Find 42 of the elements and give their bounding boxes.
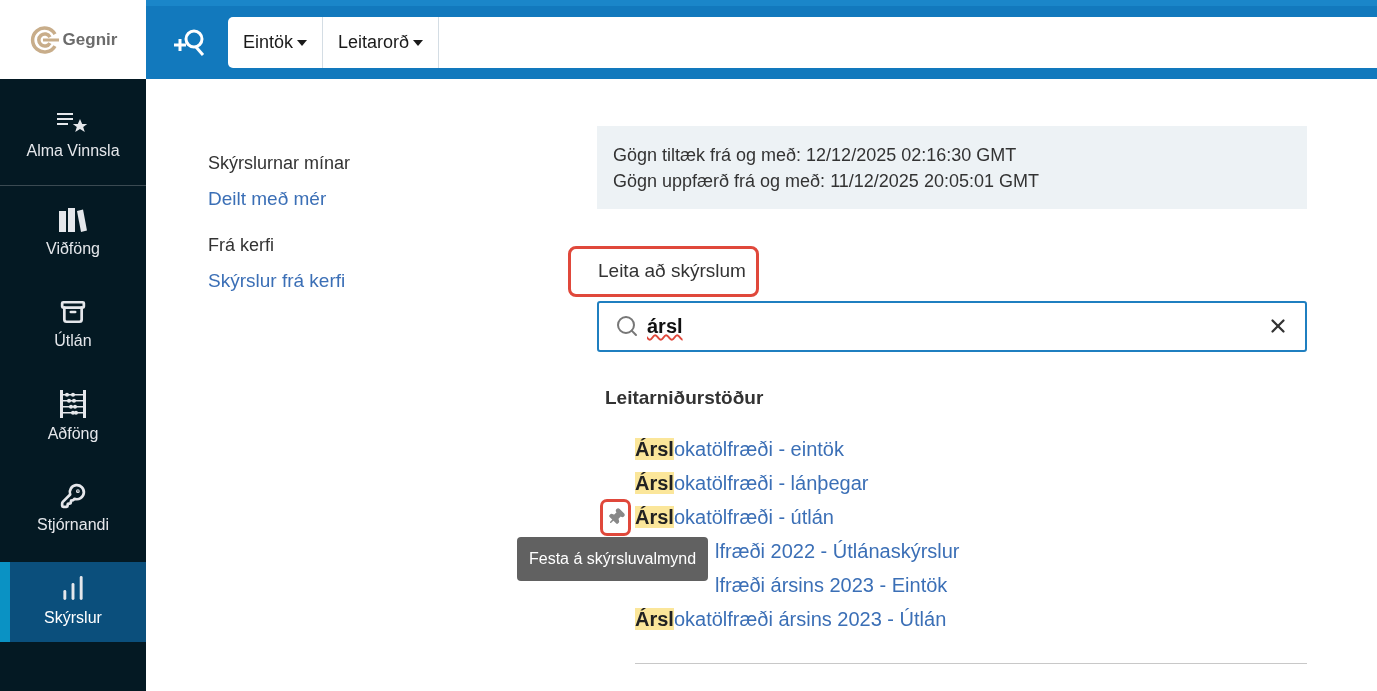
logo[interactable]: Gegnir xyxy=(0,0,146,79)
tooltip: Festa á skýrsluvalmynd xyxy=(517,537,709,581)
search-icon xyxy=(615,314,639,338)
nav-heading: Frá kerfi xyxy=(208,233,275,257)
abacus-icon xyxy=(59,390,87,418)
sidebar-label: Aðföng xyxy=(47,424,99,444)
books-icon xyxy=(58,207,88,233)
sidebar-item[interactable]: Alma Vinnsla xyxy=(0,97,146,177)
sidebar-label: Alma Vinnsla xyxy=(26,141,120,161)
sidebar-item[interactable]: Aðföng xyxy=(0,378,146,458)
sidebar-label: Útlán xyxy=(54,330,92,351)
archive-box-icon xyxy=(60,299,86,325)
nav-link[interactable]: Deilt með mér xyxy=(208,185,597,214)
list-star-icon xyxy=(57,111,89,135)
result-link[interactable]: Árslokatölfræði - lánþegar xyxy=(635,468,869,498)
toolbar-dropdown[interactable]: Leitarorð xyxy=(323,17,440,68)
results-heading: Leitarniðurstöður xyxy=(605,385,765,410)
caret-icon xyxy=(413,39,424,46)
sidebar-item[interactable]: Útlán xyxy=(0,286,146,366)
pin-button[interactable] xyxy=(600,498,631,536)
info-text: Gögn tiltæk frá og með: 12/12/2025 02:16:30 GMT xyxy=(613,143,1018,167)
result-link[interactable]: lfræði ársins 2023 - Eintök xyxy=(715,570,948,600)
sidebar-label: Viðföng xyxy=(46,239,100,259)
sidebar-item[interactable]: Stjórnandi xyxy=(0,470,146,550)
search-value: ársl xyxy=(647,314,684,339)
key-icon xyxy=(60,483,86,509)
caret-icon xyxy=(297,39,308,46)
result-link[interactable]: lfræði 2022 - Útlánaskýrslur xyxy=(715,536,960,566)
result-link[interactable]: Árslokatölfræði ársins 2023 - Útlán xyxy=(635,604,947,634)
search-heading: Leita að skýrslum xyxy=(568,246,759,297)
nav-heading: Skýrslurnar mínar xyxy=(208,152,352,175)
result-link[interactable]: Árslokatölfræði - eintök xyxy=(635,434,844,464)
result-link[interactable]: Árslokatölfræði - útlán xyxy=(635,502,834,532)
sidebar-label: Stjórnandi xyxy=(36,515,109,535)
sidebar-item[interactable]: Viðföng xyxy=(0,194,146,274)
sidebar-label: Skýrslur xyxy=(44,608,102,628)
toolbar-dropdown[interactable]: Eintök xyxy=(228,17,324,68)
sidebar-item[interactable]: Skýrslur xyxy=(0,562,146,642)
info-text: Gögn uppfærð frá og með: 11/12/2025 20:05:01 GMT xyxy=(613,169,1040,193)
logo-icon xyxy=(28,24,59,55)
search-field[interactable]: ársl xyxy=(597,300,1307,352)
logo-text: Gegnir xyxy=(62,28,118,51)
